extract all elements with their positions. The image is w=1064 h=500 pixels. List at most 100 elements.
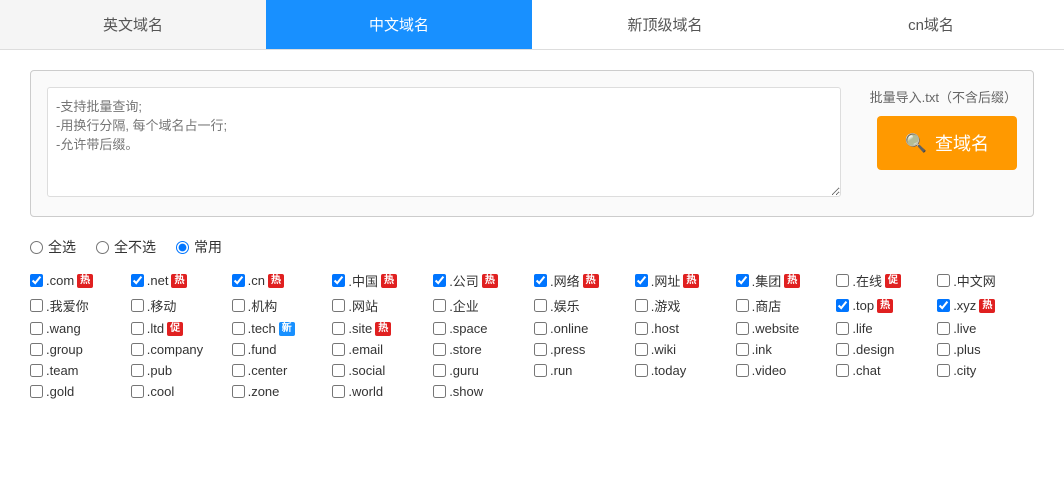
domain-checkbox[interactable] <box>937 274 950 287</box>
domain-checkbox[interactable] <box>232 299 245 312</box>
domain-checkbox[interactable] <box>433 364 446 377</box>
domain-item: .center <box>232 363 329 378</box>
domain-item: .company <box>131 342 228 357</box>
domain-item: .store <box>433 342 530 357</box>
domain-checkbox[interactable] <box>836 322 849 335</box>
domain-item: .space <box>433 321 530 336</box>
domain-checkbox[interactable] <box>736 274 749 287</box>
domain-checkbox[interactable] <box>635 274 648 287</box>
domain-item: .host <box>635 321 732 336</box>
domain-checkbox[interactable] <box>534 299 547 312</box>
domain-checkbox[interactable] <box>937 322 950 335</box>
domain-checkbox[interactable] <box>131 299 144 312</box>
domain-checkbox[interactable] <box>635 322 648 335</box>
domain-label: .site <box>348 321 372 336</box>
domain-checkbox[interactable] <box>131 343 144 356</box>
domain-checkbox[interactable] <box>332 343 345 356</box>
domain-label: .娱乐 <box>550 296 580 315</box>
domain-checkbox[interactable] <box>332 274 345 287</box>
domain-checkbox[interactable] <box>433 274 446 287</box>
domain-checkbox[interactable] <box>232 343 245 356</box>
domain-label: .中文网 <box>953 271 996 290</box>
domain-badge: 热 <box>784 274 800 288</box>
domain-checkbox[interactable] <box>736 364 749 377</box>
domain-item: .移动 <box>131 296 228 315</box>
domain-label: .fund <box>248 342 277 357</box>
domain-label: .公司 <box>449 271 479 290</box>
domain-checkbox[interactable] <box>131 385 144 398</box>
domain-checkbox[interactable] <box>836 364 849 377</box>
tab-chinese[interactable]: 中文域名 <box>266 0 532 49</box>
domain-checkbox[interactable] <box>836 299 849 312</box>
domain-checkbox[interactable] <box>534 364 547 377</box>
radio-none[interactable]: 全不选 <box>96 237 156 257</box>
domain-item: .group <box>30 342 127 357</box>
domain-checkbox[interactable] <box>937 343 950 356</box>
domain-checkbox[interactable] <box>30 299 43 312</box>
domain-checkbox[interactable] <box>332 322 345 335</box>
domain-label: .press <box>550 342 585 357</box>
domain-checkbox[interactable] <box>937 364 950 377</box>
domain-input[interactable] <box>47 87 841 197</box>
domain-item: .social <box>332 363 429 378</box>
domain-checkbox[interactable] <box>30 322 43 335</box>
search-button[interactable]: 🔍 查域名 <box>877 116 1017 170</box>
domain-checkbox[interactable] <box>736 343 749 356</box>
domain-item: .zone <box>232 384 329 399</box>
radio-common[interactable]: 常用 <box>176 237 222 257</box>
domain-checkbox[interactable] <box>232 364 245 377</box>
domain-checkbox[interactable] <box>433 299 446 312</box>
domain-badge: 热 <box>77 274 93 288</box>
domain-checkbox[interactable] <box>433 343 446 356</box>
domain-label: .today <box>651 363 686 378</box>
domain-checkbox[interactable] <box>836 274 849 287</box>
tab-bar: 英文域名中文域名新顶级域名cn域名 <box>0 0 1064 50</box>
domain-item: .live <box>937 321 1034 336</box>
domain-checkbox[interactable] <box>836 343 849 356</box>
domain-checkbox[interactable] <box>232 274 245 287</box>
domain-checkbox[interactable] <box>534 322 547 335</box>
tab-cn[interactable]: cn域名 <box>798 0 1064 49</box>
domain-checkbox[interactable] <box>635 364 648 377</box>
domain-label: .ink <box>752 342 772 357</box>
tab-new-tld[interactable]: 新顶级域名 <box>532 0 798 49</box>
domain-checkbox[interactable] <box>232 385 245 398</box>
domain-checkbox[interactable] <box>635 343 648 356</box>
domain-badge: 热 <box>482 274 498 288</box>
domain-checkbox[interactable] <box>433 385 446 398</box>
domain-checkbox[interactable] <box>30 274 43 287</box>
domain-checkbox[interactable] <box>635 299 648 312</box>
domain-checkbox[interactable] <box>736 322 749 335</box>
domain-checkbox[interactable] <box>937 299 950 312</box>
import-button[interactable]: 批量导入.txt（不含后缀） <box>870 87 1017 106</box>
domain-checkbox[interactable] <box>131 274 144 287</box>
domain-checkbox[interactable] <box>433 322 446 335</box>
domain-checkbox[interactable] <box>131 322 144 335</box>
domain-item: .cn热 <box>232 271 329 290</box>
radio-all[interactable]: 全选 <box>30 237 76 257</box>
domain-checkbox[interactable] <box>534 274 547 287</box>
domain-label: .企业 <box>449 296 479 315</box>
domain-badge: 热 <box>268 274 284 288</box>
domain-checkbox[interactable] <box>332 299 345 312</box>
domain-checkbox[interactable] <box>30 385 43 398</box>
domain-label: .guru <box>449 363 479 378</box>
domain-item: .wang <box>30 321 127 336</box>
domain-label: .city <box>953 363 976 378</box>
domain-label: .online <box>550 321 588 336</box>
domain-checkbox[interactable] <box>534 343 547 356</box>
domain-item: .网站 <box>332 296 429 315</box>
domain-label: .plus <box>953 342 980 357</box>
domain-item: .team <box>30 363 127 378</box>
domain-item: .中文网 <box>937 271 1034 290</box>
domain-checkbox[interactable] <box>332 385 345 398</box>
domain-checkbox[interactable] <box>232 322 245 335</box>
domain-checkbox[interactable] <box>332 364 345 377</box>
domain-checkbox[interactable] <box>30 343 43 356</box>
tab-english[interactable]: 英文域名 <box>0 0 266 49</box>
domain-item: .在线促 <box>836 271 933 290</box>
domain-checkbox[interactable] <box>30 364 43 377</box>
domain-checkbox[interactable] <box>736 299 749 312</box>
domain-checkbox[interactable] <box>131 364 144 377</box>
domain-item: .city <box>937 363 1034 378</box>
